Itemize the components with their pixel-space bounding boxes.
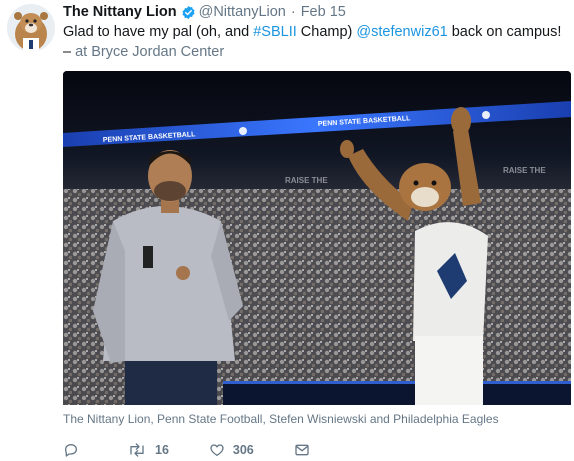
tweet-text-part: Champ) [296, 24, 357, 40]
verified-badge-icon [181, 5, 196, 20]
tweet-text: Glad to have my pal (oh, and #SBLII Cham… [63, 22, 563, 62]
reply-button[interactable] [63, 442, 87, 458]
tweet-photo[interactable]: PENN STATE BASKETBALL PENN STATE BASKETB… [63, 71, 571, 405]
avatar[interactable] [7, 4, 55, 52]
user-handle[interactable]: @NittanyLion [199, 4, 286, 20]
retweet-button[interactable]: 16 [127, 442, 169, 458]
tweet-actions: 16 306 [63, 440, 350, 460]
message-button[interactable] [294, 442, 310, 458]
banner-text-4: RAISE THE [503, 166, 546, 175]
banner-text-3: RAISE THE [285, 176, 328, 185]
retweet-icon [127, 442, 147, 458]
separator-dot: · [290, 4, 296, 20]
like-icon [209, 442, 225, 458]
location-link[interactable]: at Bryce Jordan Center [75, 44, 224, 60]
like-button[interactable]: 306 [209, 442, 254, 458]
tweet: The Nittany Lion @NittanyLion · Feb 15 G… [0, 0, 574, 461]
timestamp[interactable]: Feb 15 [301, 4, 346, 20]
message-icon [294, 442, 310, 458]
reply-icon [63, 442, 79, 458]
media-tags-caption[interactable]: The Nittany Lion, Penn State Football, S… [63, 406, 571, 432]
retweet-count: 16 [155, 443, 169, 457]
mention-link[interactable]: @stefenwiz61 [356, 24, 447, 40]
like-count: 306 [232, 443, 254, 457]
display-name[interactable]: The Nittany Lion [63, 4, 177, 20]
photo-scene: PENN STATE BASKETBALL PENN STATE BASKETB… [63, 71, 571, 405]
tweet-text-part: Glad to have my pal (oh, and [63, 24, 254, 40]
hashtag-link[interactable]: #SBLII [253, 24, 297, 40]
tweet-header: The Nittany Lion @NittanyLion · Feb 15 [63, 3, 346, 21]
lion-avatar-image [7, 4, 55, 52]
